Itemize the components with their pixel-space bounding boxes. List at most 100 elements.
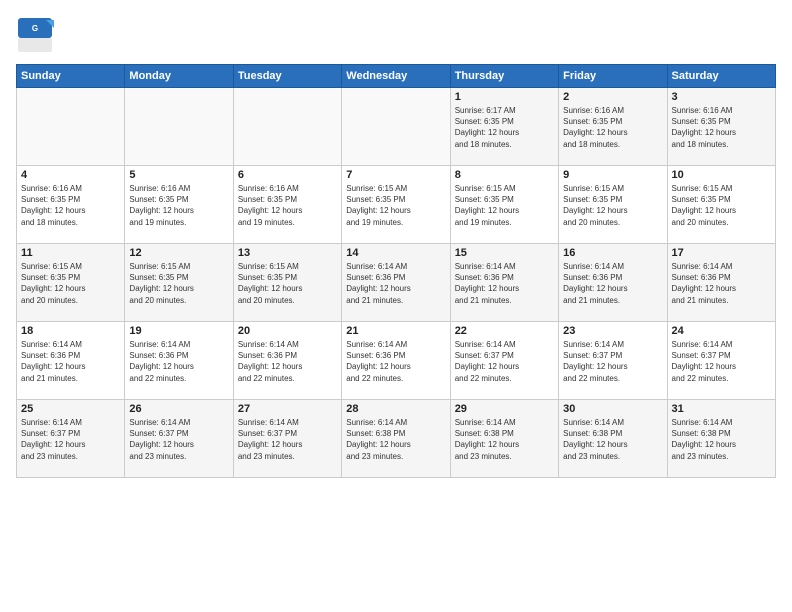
day-cell: 29 Sunrise: 6:14 AM Sunset: 6:38 PM Dayli…	[450, 400, 558, 478]
day-cell: 15 Sunrise: 6:14 AM Sunset: 6:36 PM Dayli…	[450, 244, 558, 322]
week-row-2: 4 Sunrise: 6:16 AM Sunset: 6:35 PM Daylig…	[17, 166, 776, 244]
day-cell: 5Sunrise: 6:16 AM Sunset: 6:35 PM Daylig…	[125, 166, 233, 244]
day-cell: 30Sunrise: 6:14 AM Sunset: 6:38 PM Dayli…	[559, 400, 667, 478]
day-cell: 4Sunrise: 6:16 AM Sunset: 6:35 PM Daylig…	[17, 166, 125, 244]
day-number: 18	[21, 325, 120, 337]
day-info: Sunrise: 6:15 AM Sunset: 6:35 PM Dayligh…	[238, 261, 337, 306]
day-info: Sunrise: 6:14 AM Sunset: 6:36 PM Dayligh…	[238, 339, 337, 384]
day-cell: 3 Sunrise: 6:16 AM Sunset: 6:35 PM Daylig…	[667, 88, 775, 166]
day-number: 21	[346, 325, 445, 337]
day-number: 22	[455, 325, 554, 337]
day-cell: 31Sunrise: 6:14 AM Sunset: 6:38 PM Dayli…	[667, 400, 775, 478]
day-cell: 28 Sunrise: 6:14 AM Sunset: 6:38 PM Dayli…	[342, 400, 450, 478]
day-number: 23	[563, 325, 662, 337]
page-header: G	[16, 16, 776, 54]
day-info: Sunrise: 6:14 AM Sunset: 6:37 PM Dayligh…	[238, 417, 337, 462]
logo: G	[16, 16, 58, 54]
svg-text:G: G	[32, 24, 38, 33]
day-number: 12	[129, 247, 228, 259]
day-cell: 17Sunrise: 6:14 AM Sunset: 6:36 PM Dayli…	[667, 244, 775, 322]
day-number: 15	[455, 247, 554, 259]
day-info: Sunrise: 6:14 AM Sunset: 6:36 PM Dayligh…	[346, 261, 445, 306]
day-info: Sunrise: 6:16 AM Sunset: 6:35 PM Dayligh…	[672, 105, 771, 150]
day-cell	[342, 88, 450, 166]
day-info: Sunrise: 6:14 AM Sunset: 6:38 PM Dayligh…	[455, 417, 554, 462]
day-cell: 9 Sunrise: 6:15 AM Sunset: 6:35 PM Daylig…	[559, 166, 667, 244]
day-number: 16	[563, 247, 662, 259]
day-info: Sunrise: 6:14 AM Sunset: 6:36 PM Dayligh…	[672, 261, 771, 306]
day-number: 24	[672, 325, 771, 337]
day-info: Sunrise: 6:14 AM Sunset: 6:36 PM Dayligh…	[455, 261, 554, 306]
day-info: Sunrise: 6:14 AM Sunset: 6:37 PM Dayligh…	[563, 339, 662, 384]
day-cell: 1 Sunrise: 6:17 AM Sunset: 6:35 PM Daylig…	[450, 88, 558, 166]
day-number: 20	[238, 325, 337, 337]
calendar-page: G SundayMondayTuesdayWednesdayThursdayFr…	[0, 0, 792, 612]
day-number: 3	[672, 91, 771, 103]
day-number: 6	[238, 169, 337, 181]
day-cell: 13 Sunrise: 6:15 AM Sunset: 6:35 PM Dayli…	[233, 244, 341, 322]
day-number: 29	[455, 403, 554, 415]
day-info: Sunrise: 6:17 AM Sunset: 6:35 PM Dayligh…	[455, 105, 554, 150]
day-number: 10	[672, 169, 771, 181]
day-cell	[17, 88, 125, 166]
day-cell: 14 Sunrise: 6:14 AM Sunset: 6:36 PM Dayli…	[342, 244, 450, 322]
day-number: 27	[238, 403, 337, 415]
day-number: 19	[129, 325, 228, 337]
day-cell: 7 Sunrise: 6:15 AM Sunset: 6:35 PM Daylig…	[342, 166, 450, 244]
day-cell: 25Sunrise: 6:14 AM Sunset: 6:37 PM Dayli…	[17, 400, 125, 478]
day-cell: 8 Sunrise: 6:15 AM Sunset: 6:35 PM Daylig…	[450, 166, 558, 244]
day-number: 1	[455, 91, 554, 103]
day-cell: 23 Sunrise: 6:14 AM Sunset: 6:37 PM Dayli…	[559, 322, 667, 400]
day-cell: 10 Sunrise: 6:15 AM Sunset: 6:35 PM Dayli…	[667, 166, 775, 244]
day-info: Sunrise: 6:15 AM Sunset: 6:35 PM Dayligh…	[346, 183, 445, 228]
weekday-saturday: Saturday	[667, 65, 775, 88]
weekday-thursday: Thursday	[450, 65, 558, 88]
day-info: Sunrise: 6:16 AM Sunset: 6:35 PM Dayligh…	[238, 183, 337, 228]
day-info: Sunrise: 6:14 AM Sunset: 6:37 PM Dayligh…	[129, 417, 228, 462]
day-number: 9	[563, 169, 662, 181]
day-cell	[125, 88, 233, 166]
day-number: 4	[21, 169, 120, 181]
day-number: 26	[129, 403, 228, 415]
day-cell: 19 Sunrise: 6:14 AM Sunset: 6:36 PM Dayli…	[125, 322, 233, 400]
day-info: Sunrise: 6:15 AM Sunset: 6:35 PM Dayligh…	[563, 183, 662, 228]
day-cell: 6 Sunrise: 6:16 AM Sunset: 6:35 PM Daylig…	[233, 166, 341, 244]
day-info: Sunrise: 6:14 AM Sunset: 6:36 PM Dayligh…	[563, 261, 662, 306]
calendar-header: SundayMondayTuesdayWednesdayThursdayFrid…	[17, 65, 776, 88]
weekday-wednesday: Wednesday	[342, 65, 450, 88]
week-row-5: 25Sunrise: 6:14 AM Sunset: 6:37 PM Dayli…	[17, 400, 776, 478]
day-number: 8	[455, 169, 554, 181]
day-cell: 11Sunrise: 6:15 AM Sunset: 6:35 PM Dayli…	[17, 244, 125, 322]
week-row-3: 11Sunrise: 6:15 AM Sunset: 6:35 PM Dayli…	[17, 244, 776, 322]
day-cell: 21 Sunrise: 6:14 AM Sunset: 6:36 PM Dayli…	[342, 322, 450, 400]
day-info: Sunrise: 6:14 AM Sunset: 6:36 PM Dayligh…	[129, 339, 228, 384]
day-cell: 27 Sunrise: 6:14 AM Sunset: 6:37 PM Dayli…	[233, 400, 341, 478]
calendar-body: 1 Sunrise: 6:17 AM Sunset: 6:35 PM Daylig…	[17, 88, 776, 478]
day-cell: 20 Sunrise: 6:14 AM Sunset: 6:36 PM Dayli…	[233, 322, 341, 400]
day-cell: 26 Sunrise: 6:14 AM Sunset: 6:37 PM Dayli…	[125, 400, 233, 478]
day-number: 31	[672, 403, 771, 415]
day-info: Sunrise: 6:16 AM Sunset: 6:35 PM Dayligh…	[129, 183, 228, 228]
day-info: Sunrise: 6:14 AM Sunset: 6:38 PM Dayligh…	[563, 417, 662, 462]
day-number: 13	[238, 247, 337, 259]
day-number: 28	[346, 403, 445, 415]
day-info: Sunrise: 6:15 AM Sunset: 6:35 PM Dayligh…	[21, 261, 120, 306]
day-number: 2	[563, 91, 662, 103]
weekday-row: SundayMondayTuesdayWednesdayThursdayFrid…	[17, 65, 776, 88]
weekday-friday: Friday	[559, 65, 667, 88]
day-info: Sunrise: 6:14 AM Sunset: 6:36 PM Dayligh…	[346, 339, 445, 384]
day-cell: 24Sunrise: 6:14 AM Sunset: 6:37 PM Dayli…	[667, 322, 775, 400]
day-info: Sunrise: 6:15 AM Sunset: 6:35 PM Dayligh…	[672, 183, 771, 228]
day-number: 14	[346, 247, 445, 259]
day-info: Sunrise: 6:14 AM Sunset: 6:37 PM Dayligh…	[21, 417, 120, 462]
day-cell: 22 Sunrise: 6:14 AM Sunset: 6:37 PM Dayli…	[450, 322, 558, 400]
week-row-4: 18 Sunrise: 6:14 AM Sunset: 6:36 PM Dayli…	[17, 322, 776, 400]
day-cell: 2Sunrise: 6:16 AM Sunset: 6:35 PM Daylig…	[559, 88, 667, 166]
day-cell: 12Sunrise: 6:15 AM Sunset: 6:35 PM Dayli…	[125, 244, 233, 322]
day-info: Sunrise: 6:14 AM Sunset: 6:38 PM Dayligh…	[346, 417, 445, 462]
day-info: Sunrise: 6:15 AM Sunset: 6:35 PM Dayligh…	[455, 183, 554, 228]
day-cell	[233, 88, 341, 166]
day-cell: 18Sunrise: 6:14 AM Sunset: 6:36 PM Dayli…	[17, 322, 125, 400]
day-info: Sunrise: 6:14 AM Sunset: 6:37 PM Dayligh…	[455, 339, 554, 384]
day-number: 7	[346, 169, 445, 181]
